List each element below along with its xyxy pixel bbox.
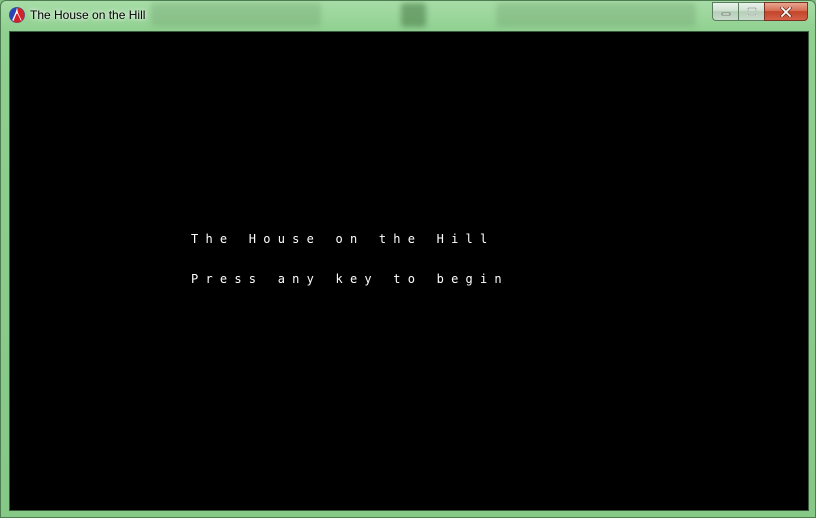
racket-logo-icon[interactable] — [9, 7, 25, 23]
title-bar[interactable]: The House on the Hill — [1, 1, 815, 31]
start-prompt-text: P r e s s a n y k e y t o b e g i n — [191, 272, 502, 286]
close-icon — [780, 6, 792, 17]
background-blur — [496, 3, 696, 27]
background-blur — [151, 3, 321, 27]
maximize-button[interactable] — [738, 2, 764, 21]
maximize-icon — [746, 7, 757, 16]
app-window: The House on the Hill T h e H o u s e o … — [0, 0, 816, 518]
window-title: The House on the Hill — [30, 8, 146, 22]
background-blur — [401, 3, 426, 27]
close-button[interactable] — [764, 2, 808, 21]
minimize-icon — [721, 12, 730, 15]
game-title-text: T h e H o u s e o n t h e H i l l — [191, 232, 488, 246]
game-canvas[interactable]: T h e H o u s e o n t h e H i l l P r e … — [9, 31, 809, 511]
caption-buttons — [712, 2, 808, 21]
minimize-button[interactable] — [712, 2, 738, 21]
